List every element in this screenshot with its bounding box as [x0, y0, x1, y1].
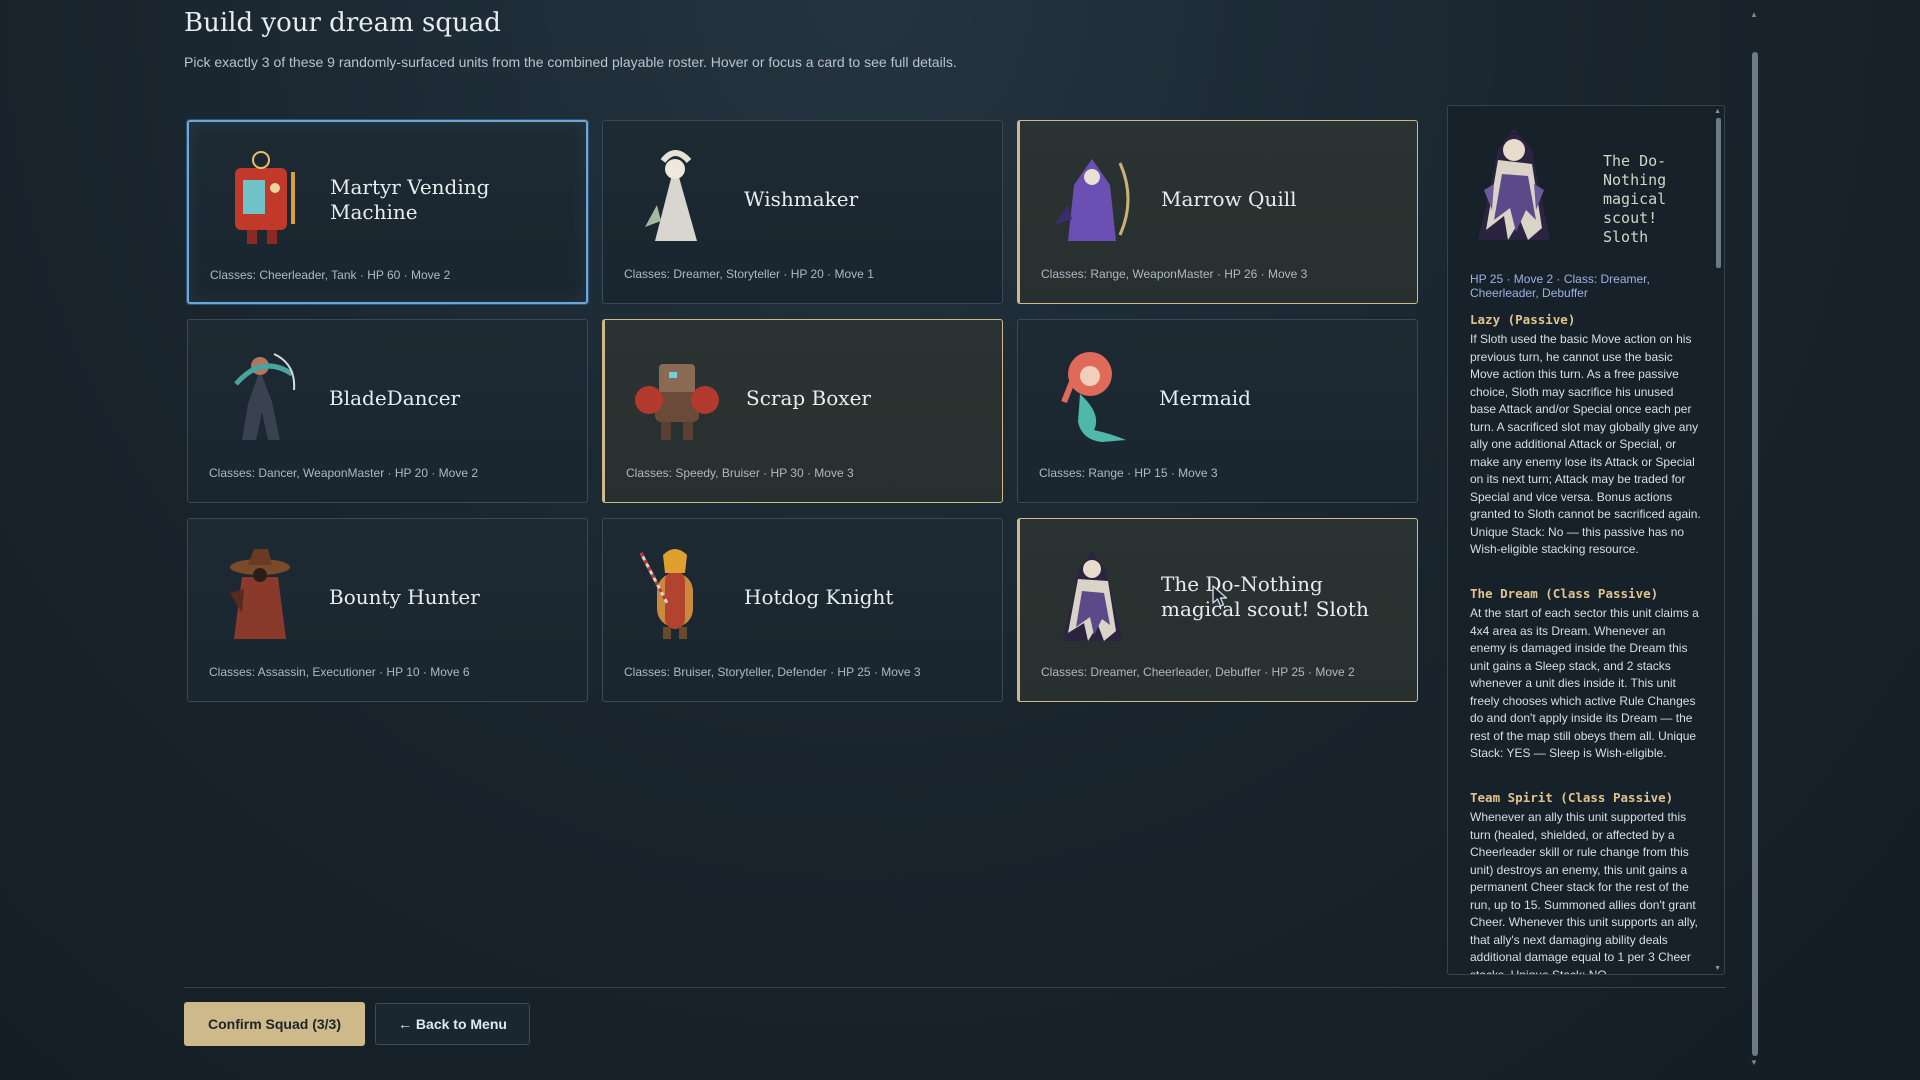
unit-name: BladeDancer	[329, 385, 461, 410]
page-subtitle: Pick exactly 3 of these 9 randomly-surfa…	[184, 54, 957, 70]
unit-meta: Classes: Assassin, Executioner · HP 10 ·…	[209, 665, 470, 679]
unit-card[interactable]: Hotdog Knight Classes: Bruiser, Storytell…	[602, 518, 1003, 702]
panel-scroll-down-icon[interactable]: ▼	[1714, 965, 1721, 972]
unit-card[interactable]: Bounty Hunter Classes: Assassin, Executio…	[187, 518, 588, 702]
unit-meta: Classes: Dancer, WeaponMaster · HP 20 · …	[209, 466, 479, 480]
ability-text: If Sloth used the basic Move action on h…	[1470, 332, 1701, 556]
unit-card[interactable]: The Do-Nothing magical scout! Sloth Class…	[1017, 518, 1418, 702]
ability-the-dream: The Dream (Class Passive) At the start o…	[1470, 586, 1702, 763]
ability-title: Lazy (Passive)	[1470, 312, 1576, 327]
unit-name: Bounty Hunter	[329, 584, 480, 609]
detail-unit-name: The Do-Nothing magical scout! Sloth	[1603, 152, 1667, 246]
panel-scrollbar-thumb[interactable]	[1716, 118, 1721, 268]
unit-name: Hotdog Knight	[744, 584, 894, 609]
panel-scroll-up-icon[interactable]: ▲	[1714, 108, 1721, 115]
unit-meta: Classes: Dreamer, Storyteller · HP 20 · …	[624, 267, 874, 281]
back-to-menu-button[interactable]: ← Back to Menu	[375, 1003, 530, 1045]
mermaid-icon	[1038, 344, 1142, 448]
ability-title: Team Spirit (Class Passive)	[1470, 790, 1674, 805]
unit-name: Martyr Vending Machine	[330, 175, 490, 224]
unit-name: Mermaid	[1159, 385, 1251, 410]
unit-meta: Classes: Cheerleader, Tank · HP 60 · Mov…	[210, 268, 451, 282]
robed-wizard-icon	[623, 145, 727, 249]
unit-meta: Classes: Speedy, Bruiser · HP 30 · Move …	[626, 466, 854, 480]
page-scroll-down-icon[interactable]: ▼	[1750, 1058, 1758, 1067]
page-scroll-up-icon[interactable]: ▲	[1750, 10, 1758, 19]
hooded-archer-icon	[1040, 145, 1144, 249]
ability-lazy: Lazy (Passive) If Sloth used the basic M…	[1470, 312, 1702, 559]
footer-divider	[184, 987, 1726, 988]
unit-meta: Classes: Bruiser, Storyteller, Defender …	[624, 665, 921, 679]
page-scrollbar-thumb[interactable]	[1752, 52, 1758, 1056]
unit-name: The Do-Nothing magical scout! Sloth	[1161, 572, 1369, 621]
unit-card[interactable]: Mermaid Classes: Range · HP 15 · Move 3	[1017, 319, 1418, 503]
unit-meta: Classes: Range, WeaponMaster · HP 26 · M…	[1041, 267, 1308, 281]
vending-machine-robot-icon	[209, 146, 313, 250]
unit-meta: Classes: Range · HP 15 · Move 3	[1039, 466, 1218, 480]
unit-card[interactable]: Scrap Boxer Classes: Speedy, Bruiser · HP…	[602, 319, 1003, 503]
unit-card[interactable]: Martyr Vending Machine Classes: Cheerlead…	[187, 120, 588, 304]
sloth-mage-icon	[1458, 120, 1570, 252]
unit-card[interactable]: Marrow Quill Classes: Range, WeaponMaster…	[1017, 120, 1418, 304]
boxer-robot-icon	[625, 344, 729, 448]
detail-unit-stats: HP 25 · Move 2 · Class: Dreamer, Cheerle…	[1470, 272, 1650, 300]
unit-name: Marrow Quill	[1161, 186, 1297, 211]
ability-team-spirit: Team Spirit (Class Passive) Whenever an …	[1470, 790, 1702, 975]
unit-card[interactable]: Wishmaker Classes: Dreamer, Storyteller ·…	[602, 120, 1003, 304]
ability-title: The Dream (Class Passive)	[1470, 586, 1659, 601]
confirm-squad-button[interactable]: Confirm Squad (3/3)	[184, 1002, 365, 1046]
unit-name: Wishmaker	[744, 186, 859, 211]
unit-detail-panel[interactable]: The Do-Nothing magical scout! Sloth HP 2…	[1447, 105, 1725, 975]
ability-text: Whenever an ally this unit supported thi…	[1470, 810, 1698, 975]
unit-grid: Martyr Vending Machine Classes: Cheerlead…	[187, 120, 1418, 702]
ability-text: At the start of each sector this unit cl…	[1470, 606, 1699, 760]
unit-name: Scrap Boxer	[746, 385, 871, 410]
page-title: Build your dream squad	[184, 8, 501, 38]
unit-meta: Classes: Dreamer, Cheerleader, Debuffer …	[1041, 665, 1355, 679]
hotdog-knight-icon	[623, 543, 727, 647]
sloth-mage-icon	[1040, 543, 1144, 647]
cowboy-hunter-icon	[208, 543, 312, 647]
mouse-cursor-icon	[1212, 585, 1228, 607]
blade-dancer-icon	[208, 344, 312, 448]
unit-card[interactable]: BladeDancer Classes: Dancer, WeaponMaster…	[187, 319, 588, 503]
